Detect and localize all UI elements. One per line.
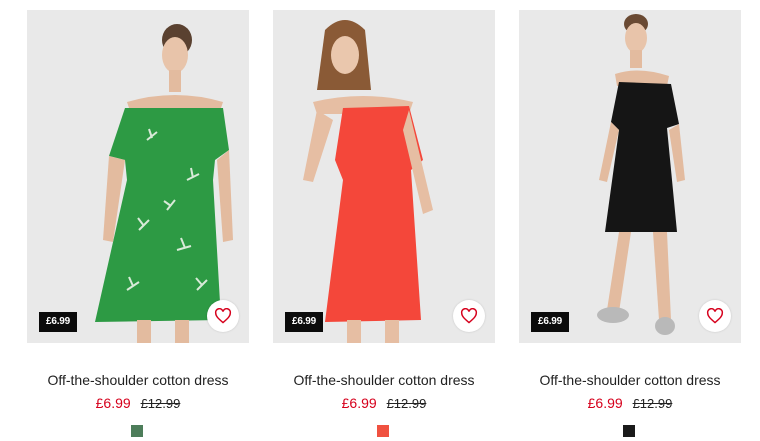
price-tag: £6.99	[39, 312, 78, 332]
product-card[interactable]: £6.99 Off-the-shoulder cotton dress £6.9…	[519, 10, 741, 441]
price-tag: £6.99	[285, 312, 324, 332]
color-swatch[interactable]	[377, 425, 389, 437]
color-swatch[interactable]	[623, 425, 635, 437]
product-prices: £6.99 £12.99	[519, 395, 741, 412]
heart-icon	[706, 308, 724, 324]
product-title[interactable]: Off-the-shoulder cotton dress	[273, 372, 495, 388]
original-price: £12.99	[632, 396, 673, 411]
sale-price: £6.99	[95, 395, 131, 411]
product-card[interactable]: £6.99 Off-the-shoulder cotton dress £6.9…	[27, 10, 249, 441]
price-tag: £6.99	[531, 312, 570, 332]
model-photo	[27, 10, 249, 343]
favourite-button[interactable]	[453, 300, 485, 332]
heart-icon	[460, 308, 478, 324]
product-prices: £6.99 £12.99	[273, 395, 495, 412]
original-price: £12.99	[386, 396, 427, 411]
model-photo	[273, 10, 495, 343]
product-title[interactable]: Off-the-shoulder cotton dress	[27, 372, 249, 388]
favourite-button[interactable]	[699, 300, 731, 332]
sale-price: £6.99	[341, 395, 377, 411]
favourite-button[interactable]	[207, 300, 239, 332]
original-price: £12.99	[140, 396, 181, 411]
color-swatch[interactable]	[131, 425, 143, 437]
product-prices: £6.99 £12.99	[27, 395, 249, 412]
product-image[interactable]: £6.99	[27, 10, 249, 343]
product-title[interactable]: Off-the-shoulder cotton dress	[519, 372, 741, 388]
sale-price: £6.99	[587, 395, 623, 411]
product-image[interactable]: £6.99	[273, 10, 495, 343]
product-image[interactable]: £6.99	[519, 10, 741, 343]
product-card[interactable]: £6.99 Off-the-shoulder cotton dress £6.9…	[273, 10, 495, 441]
heart-icon	[214, 308, 232, 324]
model-photo	[519, 10, 741, 343]
